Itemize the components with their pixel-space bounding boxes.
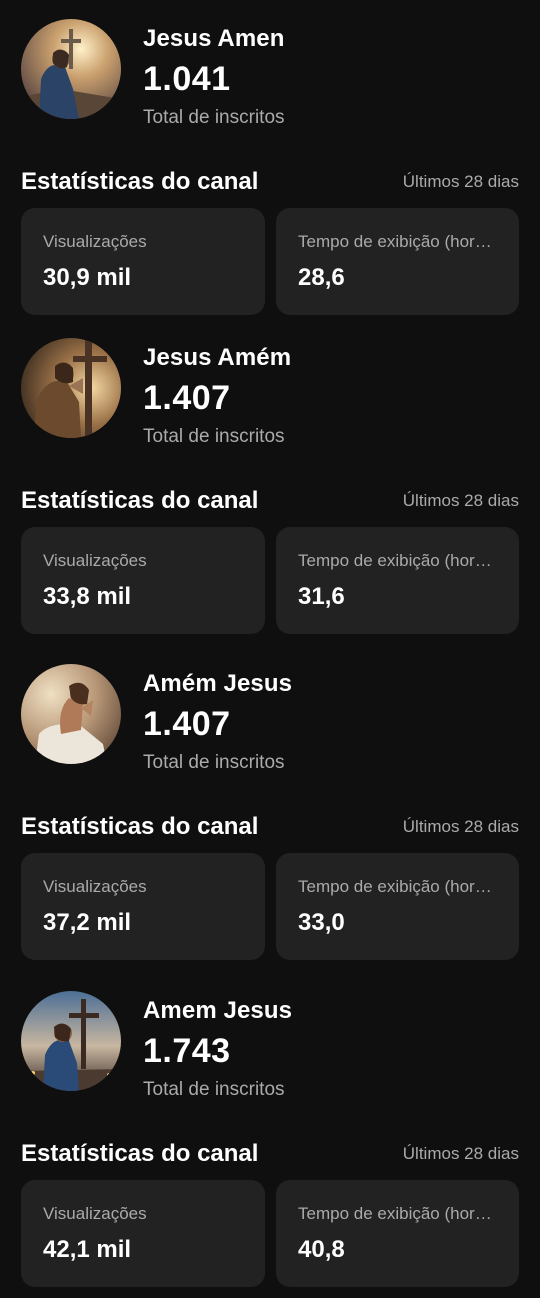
watch-time-value: 31,6 [298,583,345,610]
views-value: 42,1 mil [43,1236,132,1263]
subscriber-count: 1.407 [143,379,231,417]
stats-title: Estatísticas do canal [21,1140,259,1167]
views-label: Visualizações [43,232,147,251]
stats-period: Últimos 28 dias [402,172,519,191]
stats-title: Estatísticas do canal [21,168,259,195]
views-card[interactable]: Visualizações 30,9 mil [21,208,265,315]
channel-name[interactable]: Jesus Amen [143,25,285,53]
views-label: Visualizações [43,551,147,570]
channel-name[interactable]: Amem Jesus [143,997,292,1025]
channel-avatar[interactable] [21,338,121,438]
stats-period: Últimos 28 dias [402,491,519,510]
watch-time-card[interactable]: Tempo de exibição (horas) 28,6 [276,208,519,315]
watch-time-card[interactable]: Tempo de exibição (horas) 40,8 [276,1180,519,1287]
channel-block-4: Amem Jesus 1.743 Total de inscritos Esta… [0,972,540,1292]
praying-figure-icon [21,664,121,764]
channel-avatar[interactable] [21,664,121,764]
subscriber-count: 1.743 [143,1032,231,1070]
subscriber-label: Total de inscritos [143,426,285,447]
views-value: 30,9 mil [43,264,132,291]
praying-figure-icon [21,338,121,438]
channel-avatar[interactable] [21,19,121,119]
views-card[interactable]: Visualizações 37,2 mil [21,853,265,960]
stats-period: Últimos 28 dias [402,817,519,836]
praying-figure-icon [21,19,121,119]
views-card[interactable]: Visualizações 42,1 mil [21,1180,265,1287]
channel-name[interactable]: Amém Jesus [143,670,292,698]
watch-time-label: Tempo de exibição (horas) [298,877,497,896]
views-value: 37,2 mil [43,909,132,936]
views-card[interactable]: Visualizações 33,8 mil [21,527,265,634]
views-value: 33,8 mil [43,583,132,610]
views-label: Visualizações [43,877,147,896]
subscriber-count: 1.041 [143,60,231,98]
channel-name[interactable]: Jesus Amém [143,344,291,372]
subscriber-label: Total de inscritos [143,107,285,128]
channel-block-2: Jesus Amém 1.407 Total de inscritos Esta… [0,319,540,639]
subscriber-count: 1.407 [143,705,231,743]
watch-time-card[interactable]: Tempo de exibição (horas) 33,0 [276,853,519,960]
watch-time-value: 40,8 [298,1236,345,1263]
watch-time-value: 33,0 [298,909,345,936]
watch-time-value: 28,6 [298,264,345,291]
watch-time-card[interactable]: Tempo de exibição (horas) 31,6 [276,527,519,634]
stats-period: Últimos 28 dias [402,1144,519,1163]
channel-block-1: Jesus Amen 1.041 Total de inscritos Esta… [0,0,540,320]
watch-time-label: Tempo de exibição (horas) [298,232,497,251]
stats-title: Estatísticas do canal [21,487,259,514]
watch-time-label: Tempo de exibição (horas) [298,551,497,570]
praying-figure-icon [21,991,121,1091]
channel-block-3: Amém Jesus 1.407 Total de inscritos Esta… [0,645,540,965]
subscriber-label: Total de inscritos [143,1079,285,1100]
views-label: Visualizações [43,1204,147,1223]
channel-avatar[interactable] [21,991,121,1091]
stats-title: Estatísticas do canal [21,813,259,840]
watch-time-label: Tempo de exibição (horas) [298,1204,497,1223]
subscriber-label: Total de inscritos [143,752,285,773]
